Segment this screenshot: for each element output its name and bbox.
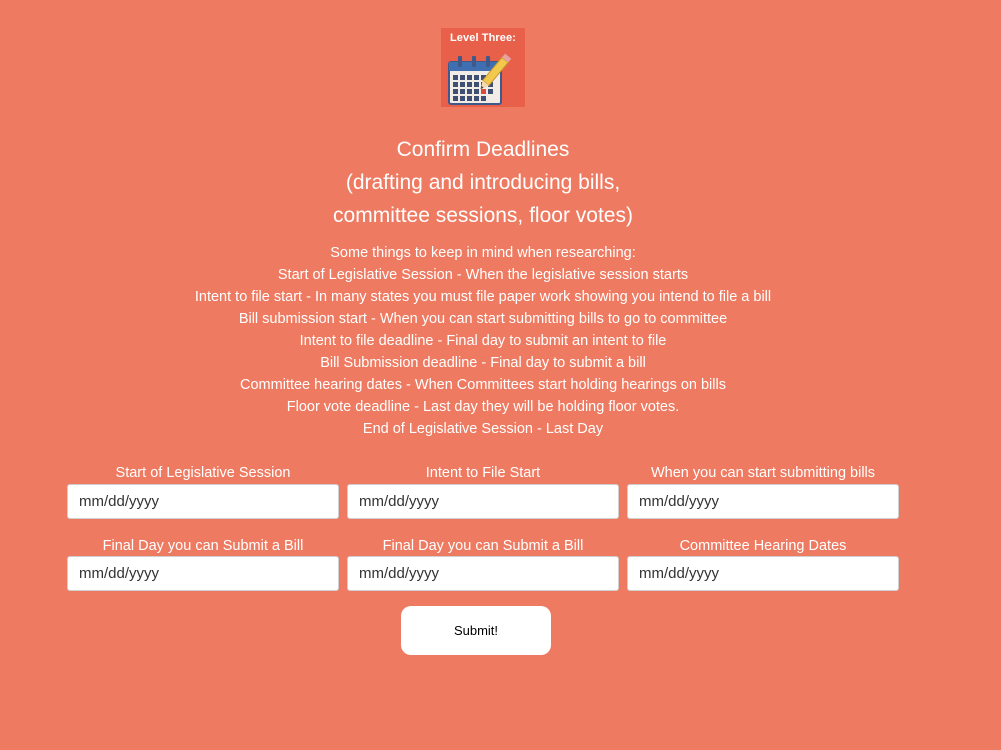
bill-submission-start-label: When you can start submitting bills xyxy=(650,465,876,481)
calendar-pencil-icon xyxy=(448,53,512,105)
bill-submission-start-date-input[interactable] xyxy=(627,484,899,519)
notes-line: End of Legislative Session - Last Day xyxy=(362,421,604,437)
notes-line: Floor vote deadline - Last day they will… xyxy=(286,399,680,415)
page-title: Confirm Deadlines (drafting and introduc… xyxy=(0,133,966,232)
bill-submit-deadline-date-input[interactable] xyxy=(67,556,339,591)
title-line: Confirm Deadlines xyxy=(396,138,570,161)
research-notes: Some things to keep in mind when researc… xyxy=(0,242,966,440)
notes-line: Some things to keep in mind when researc… xyxy=(330,245,636,261)
notes-line: Intent to file deadline - Final day to s… xyxy=(299,333,667,349)
bill-submit-deadline-label: Final Day you can Submit a Bill xyxy=(102,538,304,554)
bill-submit-deadline-label: Final Day you can Submit a Bill xyxy=(382,538,584,554)
level-badge: Level Three: xyxy=(441,28,525,107)
intent-to-file-start-label: Intent to File Start xyxy=(425,465,541,481)
title-line: committee sessions, floor votes) xyxy=(333,204,633,227)
badge-title: Level Three: xyxy=(449,32,516,44)
session-start-date-input[interactable] xyxy=(67,484,339,519)
notes-line: Committee hearing dates - When Committee… xyxy=(240,377,726,393)
title-line: (drafting and introducing bills, xyxy=(345,171,621,194)
submit-button[interactable]: Submit! xyxy=(401,606,551,655)
bill-submit-deadline-date-input-2[interactable] xyxy=(347,556,619,591)
intent-to-file-start-date-input[interactable] xyxy=(347,484,619,519)
notes-line: Intent to file start - In many states yo… xyxy=(194,289,772,305)
committee-hearing-label: Committee Hearing Dates xyxy=(679,538,847,554)
committee-hearing-date-input[interactable] xyxy=(627,556,899,591)
notes-line: Bill submission start - When you can sta… xyxy=(238,311,728,327)
notes-line: Start of Legislative Session - When the … xyxy=(277,267,689,283)
notes-line: Bill Submission deadline - Final day to … xyxy=(320,355,646,371)
session-start-label: Start of Legislative Session xyxy=(115,465,291,481)
